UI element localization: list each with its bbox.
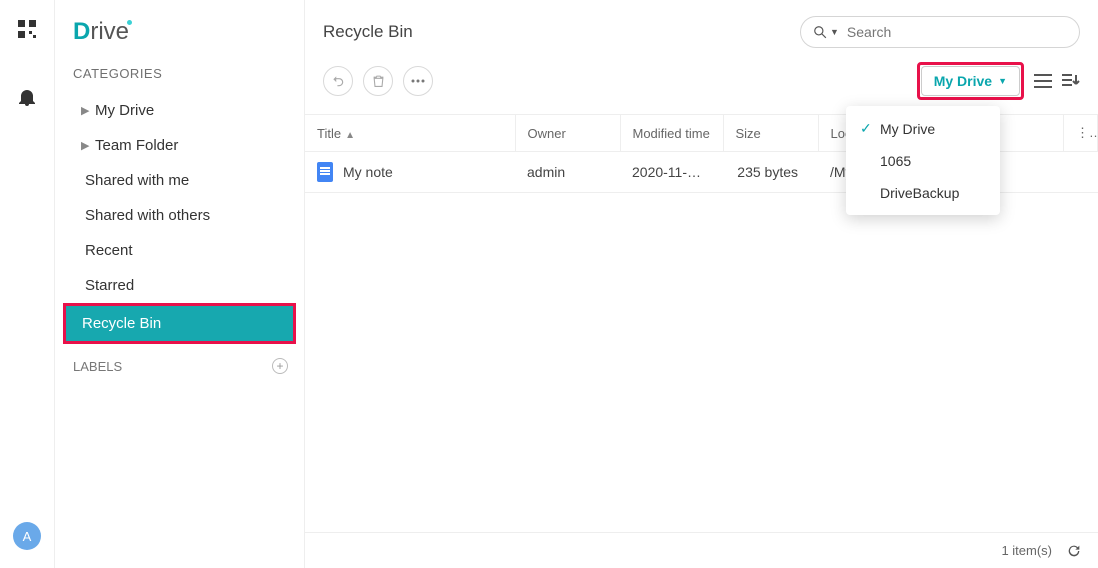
caret-right-icon: ▶ [81,139,95,152]
refresh-icon [1066,543,1082,559]
sidebar-item-label: Recycle Bin [82,315,161,332]
sidebar-item-starred[interactable]: Starred [55,268,304,303]
main: Recycle Bin ▼ My Drive ▼ [305,0,1098,568]
cell-owner: admin [515,152,620,193]
dropdown-item-1065[interactable]: 1065 [846,145,1000,177]
check-icon: ✓ [860,120,880,137]
sidebar-item-my-drive[interactable]: ▶My Drive [55,93,304,128]
drive-selector-dropdown: ✓ My Drive 1065 DriveBackup [846,106,1000,215]
sort-asc-icon: ▲ [345,130,355,141]
document-icon [317,162,333,182]
sidebar-item-shared-with-others[interactable]: Shared with others [55,198,304,233]
dropdown-item-label: DriveBackup [880,185,959,201]
avatar-initial: A [23,529,32,544]
dropdown-item-label: My Drive [880,121,935,137]
drive-selector-button[interactable]: My Drive ▼ [921,66,1020,96]
sort-button[interactable] [1062,73,1080,89]
add-label-button[interactable]: + [272,358,288,374]
app-rail: A [0,0,55,568]
sort-icon [1062,73,1080,89]
page-title: Recycle Bin [323,22,413,42]
sidebar-item-recycle-bin[interactable]: Recycle Bin [66,306,293,341]
col-size[interactable]: Size [723,115,818,152]
cell-size: 235 bytes [723,152,818,193]
avatar[interactable]: A [13,522,41,550]
chevron-down-icon: ▼ [998,76,1007,86]
search-icon [813,25,827,39]
col-modified[interactable]: Modified time [620,115,723,152]
dropdown-item-drivebackup[interactable]: DriveBackup [846,177,1000,209]
categories-label: CATEGORIES [55,64,304,93]
dropdown-item-label: 1065 [880,153,911,169]
more-actions-button[interactable] [403,66,433,96]
chevron-down-icon[interactable]: ▼ [830,27,839,37]
labels-row: LABELS + [55,344,304,384]
caret-right-icon: ▶ [81,104,95,117]
refresh-button[interactable] [1066,543,1082,559]
sidebar-item-label: Shared with others [85,207,210,224]
undo-button[interactable] [323,66,353,96]
footer: 1 item(s) [305,532,1098,568]
cell-title: My note [343,164,393,180]
kebab-icon: ⋮ [1076,125,1098,140]
col-owner[interactable]: Owner [515,115,620,152]
drive-selector-highlight: My Drive ▼ [917,62,1024,100]
toolbar: My Drive ▼ ✓ My Drive [305,58,1098,114]
undo-icon [331,74,345,88]
sidebar-item-label: Starred [85,277,134,294]
sidebar-item-team-folder[interactable]: ▶Team Folder [55,128,304,163]
sidebar-item-label: My Drive [95,102,154,119]
sidebar-item-recent[interactable]: Recent [55,233,304,268]
item-count: 1 item(s) [1001,543,1052,558]
sidebar-item-label: Team Folder [95,137,178,154]
sidebar-item-label: Shared with me [85,172,189,189]
cell-modified: 2020-11-… [620,152,723,193]
search-input[interactable] [847,24,1067,40]
bell-icon[interactable] [19,88,35,106]
selection-highlight: Recycle Bin [63,303,296,344]
trash-icon [372,74,385,88]
dot-icon [127,20,132,25]
dropdown-item-my-drive[interactable]: ✓ My Drive [846,112,1000,145]
drive-selector-label: My Drive [934,73,992,89]
logo: Drive [55,18,304,64]
delete-button[interactable] [363,66,393,96]
labels-label: LABELS [73,359,122,374]
sidebar-item-shared-with-me[interactable]: Shared with me [55,163,304,198]
ellipsis-icon [411,79,425,83]
col-more[interactable]: ⋮ [1064,115,1098,152]
apps-icon[interactable] [18,20,36,38]
sidebar-item-label: Recent [85,242,133,259]
col-title[interactable]: Title▲ [305,115,515,152]
sidebar: Drive CATEGORIES ▶My Drive ▶Team Folder … [55,0,305,568]
list-icon [1034,74,1052,88]
search-box[interactable]: ▼ [800,16,1080,48]
list-view-button[interactable] [1034,74,1052,88]
header-row: Recycle Bin ▼ [305,0,1098,58]
